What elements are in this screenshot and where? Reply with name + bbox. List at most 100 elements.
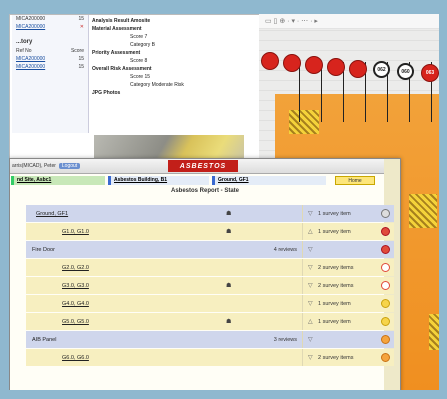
ref-link[interactable]: MICA200000 (16, 24, 45, 30)
row-link[interactable]: G4.0, G4.0 (62, 301, 89, 307)
expand-icon[interactable]: ▽ (308, 300, 313, 307)
survey-item-count: 2 survey items (318, 282, 354, 289)
page-title: Asbestos Report - State (170, 188, 239, 194)
room-marker-icon[interactable]: 060 (397, 63, 414, 80)
expand-icon[interactable]: ▽ (308, 264, 313, 271)
ref-link[interactable]: MICA200000 (16, 64, 45, 70)
hatched-area (429, 314, 439, 350)
camera-icon[interactable]: ☗ (226, 228, 231, 235)
column-divider (302, 259, 303, 276)
room-marker-icon[interactable] (283, 54, 301, 72)
score-cell: 15 (78, 16, 84, 22)
col-ref: Ref No (16, 48, 32, 54)
row-link[interactable]: G5.0, G5.0 (62, 319, 89, 325)
score-cell: 15 (78, 64, 84, 70)
expand-icon[interactable]: ▽ (308, 282, 313, 289)
table-row[interactable]: Fire Door 4 reviews ▽ (26, 241, 394, 258)
status-indicator-icon[interactable] (381, 335, 390, 344)
row-link[interactable]: Ground, GF1 (36, 211, 68, 217)
row-link[interactable]: G6.0, G6.0 (62, 355, 89, 361)
collapse-icon[interactable]: △ (308, 228, 313, 235)
camera-icon[interactable]: ☗ (226, 318, 231, 325)
ref-cell[interactable]: MICA200000 (16, 16, 45, 22)
hatched-area (289, 110, 319, 134)
table-row[interactable]: G1.0, G1.0 ☗ △ 1 survey item (26, 223, 394, 240)
ref-link[interactable]: MICA200000 (16, 56, 45, 62)
room-marker-icon[interactable]: 063 (421, 64, 439, 82)
overall-risk-heading: Overall Risk Assessment (92, 66, 152, 72)
table-row[interactable]: MICA200000 15 (12, 55, 88, 63)
breadcrumb-building[interactable]: Asbestos Building, B1 (108, 176, 209, 185)
survey-items-table: MICA200000 15 MICA200000 ✕ ...tory Ref N… (12, 15, 89, 133)
plan-wall (299, 62, 300, 122)
reviews-count: 4 reviews (273, 246, 297, 253)
table-row[interactable]: MICA200000 15 (12, 63, 88, 71)
priority-score: Score 8 (130, 58, 148, 64)
room-marker-icon[interactable] (327, 58, 345, 76)
survey-item-count: 2 survey items (318, 264, 354, 271)
breadcrumb-site[interactable]: nd Site, Asbc1 (11, 176, 105, 185)
brand-logo: ASBESTOS (168, 160, 238, 172)
report-titlebar: arris(MICAD), Peter Logout ASBESTOS ☻ (10, 159, 400, 174)
survey-item-count: 1 survey item (318, 318, 351, 325)
breadcrumb-floor[interactable]: Ground, GF1 (212, 176, 326, 185)
expand-icon[interactable]: ▽ (308, 336, 313, 343)
status-indicator-icon[interactable] (381, 299, 390, 308)
status-indicator-icon[interactable] (381, 317, 390, 326)
column-divider (302, 349, 303, 366)
column-divider (302, 295, 303, 312)
table-row[interactable]: G5.0, G5.0 ☗ △ 1 survey item (26, 313, 394, 330)
col-score: Score (70, 48, 84, 54)
overall-category: Category Moderate Risk (130, 82, 184, 88)
room-marker-icon[interactable] (349, 60, 367, 78)
camera-icon[interactable]: ☗ (226, 282, 231, 289)
camera-icon[interactable]: ☗ (226, 210, 231, 217)
material-score: Score 7 (130, 34, 148, 40)
assessment-details: Analysis Result Amosite Material Assessm… (92, 17, 252, 97)
status-indicator-icon[interactable] (381, 281, 390, 290)
status-indicator-icon[interactable] (381, 209, 390, 218)
logout-button[interactable]: Logout (58, 163, 81, 169)
expand-icon[interactable]: ▽ (308, 210, 313, 217)
table-row[interactable]: G6.0, G6.0 ▽ 2 survey items (26, 349, 394, 366)
column-divider (302, 241, 303, 258)
asbestos-report-window: arris(MICAD), Peter Logout ASBESTOS ☻ nd… (9, 158, 401, 390)
table-row[interactable]: MICA200000 ✕ (12, 23, 88, 31)
survey-detail-window: MICA200000 15 MICA200000 ✕ ...tory Ref N… (9, 14, 261, 166)
screenshot-frame: MICA200000 15 MICA200000 ✕ ...tory Ref N… (9, 14, 439, 390)
status-indicator-icon[interactable] (381, 263, 390, 272)
table-row[interactable]: AIB Panel 3 reviews ▽ (26, 331, 394, 348)
home-button[interactable]: Home (335, 176, 375, 185)
reviews-count: 3 reviews (273, 336, 297, 343)
expand-icon[interactable]: ▽ (308, 246, 313, 253)
toolbar-icons[interactable]: ▭ ▯ ⊕ · ▾ · ⋯ · ▸ (265, 17, 318, 25)
room-marker-icon[interactable]: 062 (373, 61, 390, 78)
overall-score: Score 15 (130, 74, 151, 80)
report-rows: Ground, GF1 ☗ ▽ 1 survey item G1.0, G1.0 ☗ △ 1 … (26, 205, 394, 367)
survey-item-count: 1 survey item (318, 210, 351, 217)
collapse-icon[interactable]: △ (308, 318, 313, 325)
row-link[interactable]: G2.0, G2.0 (62, 265, 89, 271)
table-row[interactable]: G2.0, G2.0 ▽ 2 survey items (26, 259, 394, 276)
column-divider (302, 205, 303, 222)
hatched-area (409, 194, 437, 228)
expand-icon[interactable]: ▽ (308, 354, 313, 361)
room-marker-icon[interactable] (305, 56, 323, 74)
breadcrumb: nd Site, Asbc1 Asbestos Building, B1 Gro… (11, 176, 399, 185)
user-name: arris(MICAD), Peter (12, 163, 56, 169)
status-indicator-icon[interactable] (381, 245, 390, 254)
row-link[interactable]: G1.0, G1.0 (62, 229, 89, 235)
status-indicator-icon[interactable] (381, 227, 390, 236)
table-row[interactable]: G3.0, G3.0 ☗ ▽ 2 survey items (26, 277, 394, 294)
column-divider (302, 331, 303, 348)
row-label: Fire Door (32, 246, 55, 253)
row-link[interactable]: G3.0, G3.0 (62, 283, 89, 289)
plan-toolbar[interactable]: ▭ ▯ ⊕ · ▾ · ⋯ · ▸ (259, 14, 439, 29)
status-indicator-icon[interactable] (381, 353, 390, 362)
survey-item-count: 2 survey items (318, 354, 354, 361)
room-marker-icon[interactable] (261, 52, 279, 70)
table-row[interactable]: Ground, GF1 ☗ ▽ 1 survey item (26, 205, 394, 222)
priority-assessment-heading: Priority Assessment (92, 50, 141, 56)
table-row[interactable]: G4.0, G4.0 ▽ 1 survey item (26, 295, 394, 312)
delete-icon[interactable]: ✕ (80, 24, 84, 30)
